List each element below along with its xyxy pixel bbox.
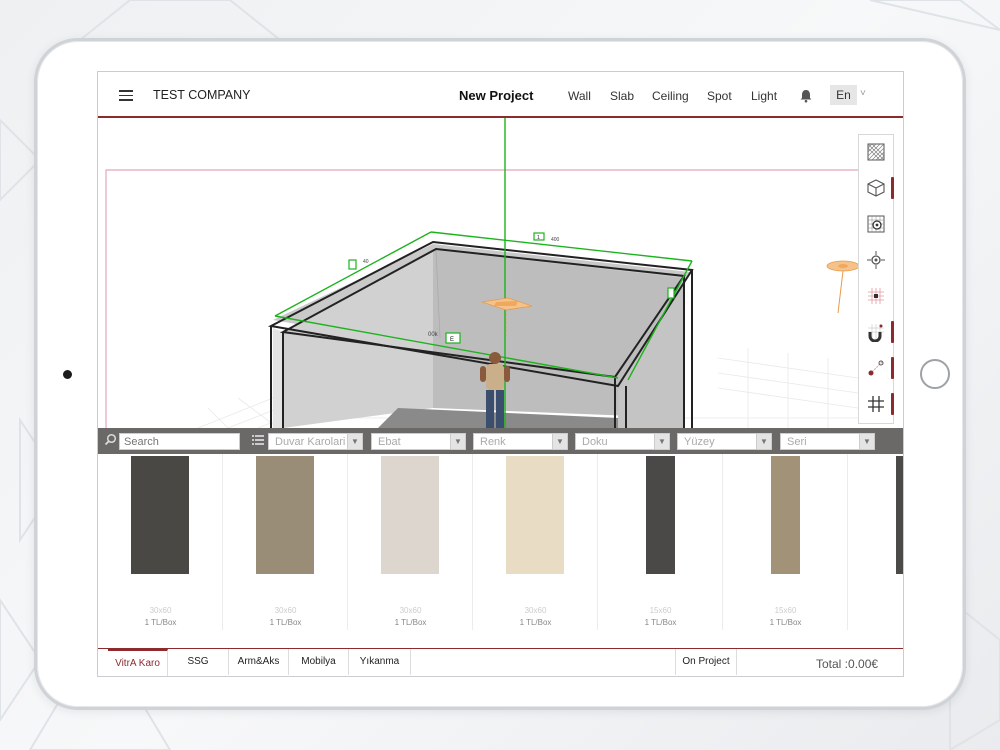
bell-icon[interactable] bbox=[799, 89, 813, 103]
chevron-down-icon: ▼ bbox=[654, 434, 669, 449]
tablet-camera bbox=[63, 370, 72, 379]
filter-bar: Duvar Karolari▼ Ebat▼ Renk▼ Doku▼ Yüzey▼… bbox=[98, 428, 903, 454]
project-title: New Project bbox=[459, 88, 534, 103]
product-tile-image bbox=[256, 456, 314, 574]
product-tile-image bbox=[896, 456, 903, 574]
tab-vitra-karo[interactable]: VitrA Karo bbox=[108, 649, 168, 676]
path-node-icon[interactable] bbox=[859, 351, 893, 385]
cube-icon[interactable] bbox=[859, 171, 893, 205]
product-card[interactable]: 30x60 1 TL/Box bbox=[348, 454, 473, 630]
filter-surface[interactable]: Yüzey ▼ bbox=[677, 433, 772, 450]
magnet-icon[interactable] bbox=[859, 315, 893, 349]
dim-label-top: 1 bbox=[537, 235, 540, 241]
filter-size[interactable]: Ebat ▼ bbox=[371, 433, 466, 450]
on-project-button[interactable]: On Project bbox=[675, 649, 737, 675]
product-card[interactable]: 30x60 1 TL/Box bbox=[98, 454, 223, 630]
chevron-down-icon: ▼ bbox=[450, 434, 465, 449]
tab-ssg[interactable]: SSG bbox=[168, 649, 229, 675]
filter-series[interactable]: Seri ▼ bbox=[780, 433, 875, 450]
room-left-wall bbox=[283, 250, 433, 428]
hash-grid-icon[interactable] bbox=[859, 387, 893, 421]
filter-color[interactable]: Renk ▼ bbox=[473, 433, 568, 450]
spot-light-icon[interactable] bbox=[826, 260, 860, 314]
chevron-down-icon: ˅ bbox=[860, 88, 866, 99]
product-tile-image bbox=[131, 456, 189, 574]
tool-panel bbox=[858, 134, 894, 424]
product-card[interactable]: 30x60 1 TL/Box bbox=[223, 454, 348, 630]
target-icon[interactable] bbox=[859, 243, 893, 277]
filter-texture[interactable]: Doku ▼ bbox=[575, 433, 670, 450]
nav-slab[interactable]: Slab bbox=[610, 89, 634, 103]
tab-arm-aks[interactable]: Arm&Aks bbox=[229, 649, 289, 675]
list-icon[interactable] bbox=[252, 435, 264, 445]
dim-label-left: 40 bbox=[363, 259, 369, 265]
product-tile-image bbox=[646, 456, 675, 574]
dim-label-side: E bbox=[450, 337, 454, 343]
tab-yikanma[interactable]: Yıkanma bbox=[349, 649, 411, 675]
product-list: 30x60 1 TL/Box 30x60 1 TL/Box 30x60 1 TL… bbox=[98, 454, 903, 650]
chevron-down-icon: ▼ bbox=[756, 434, 771, 449]
home-button[interactable] bbox=[920, 359, 950, 389]
filter-category[interactable]: Duvar Karolari ▼ bbox=[268, 433, 363, 450]
company-name: TEST COMPANY bbox=[153, 88, 251, 102]
app-screen: TEST COMPANY New Project Wall Slab Ceili… bbox=[97, 71, 904, 677]
product-card[interactable] bbox=[848, 454, 903, 630]
product-card[interactable]: 15x60 1 TL/Box bbox=[723, 454, 848, 630]
grid-point-icon[interactable] bbox=[859, 279, 893, 313]
dim-label-front: 00k bbox=[428, 332, 439, 338]
texture-settings-icon[interactable] bbox=[859, 207, 893, 241]
language-selector[interactable]: En bbox=[830, 85, 857, 105]
search-icon bbox=[104, 433, 117, 446]
total-price: Total :0.00€ bbox=[816, 657, 879, 671]
3d-viewport[interactable]: 40 400 00k E 1 bbox=[98, 118, 903, 428]
nav-wall[interactable]: Wall bbox=[568, 89, 591, 103]
chevron-down-icon: ▼ bbox=[347, 434, 362, 449]
chevron-down-icon: ▼ bbox=[552, 434, 567, 449]
search-input[interactable] bbox=[119, 433, 240, 450]
dim-label-back: 400 bbox=[551, 237, 560, 243]
scene-canvas: 40 400 00k E 1 bbox=[105, 118, 860, 428]
tab-mobilya[interactable]: Mobilya bbox=[289, 649, 349, 675]
tile-pattern-icon[interactable] bbox=[859, 135, 893, 169]
nav-spot[interactable]: Spot bbox=[707, 89, 732, 103]
top-bar: TEST COMPANY New Project Wall Slab Ceili… bbox=[98, 72, 903, 118]
product-tile-image bbox=[506, 456, 564, 574]
product-card[interactable]: 30x60 1 TL/Box bbox=[473, 454, 598, 630]
bottom-bar: VitrA Karo SSG Arm&Aks Mobilya Yıkanma O… bbox=[98, 648, 903, 676]
product-card[interactable]: 15x60 1 TL/Box bbox=[598, 454, 723, 630]
product-tile-image bbox=[771, 456, 800, 574]
nav-ceiling[interactable]: Ceiling bbox=[652, 89, 689, 103]
product-tile-image bbox=[381, 456, 439, 574]
chevron-down-icon: ▼ bbox=[859, 434, 874, 449]
nav-light[interactable]: Light bbox=[751, 89, 777, 103]
hamburger-menu-icon[interactable] bbox=[119, 90, 133, 101]
